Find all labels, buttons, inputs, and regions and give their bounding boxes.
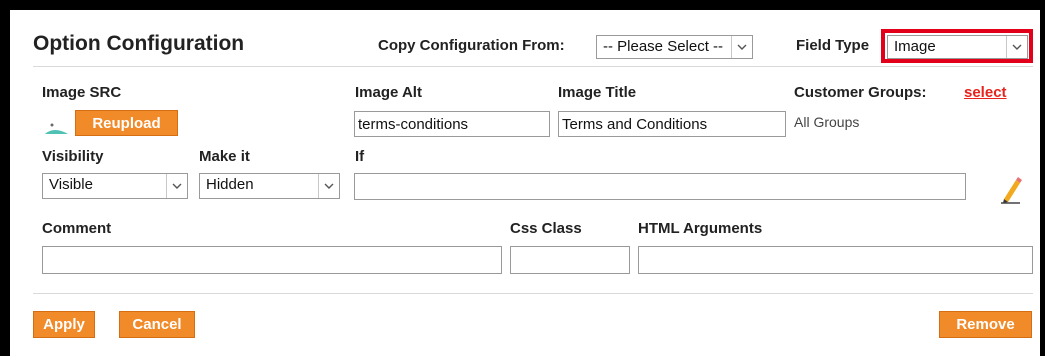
- visibility-label: Visibility: [42, 148, 104, 165]
- visibility-select[interactable]: Visible: [42, 173, 188, 199]
- header-divider: [33, 66, 1033, 67]
- make-it-selected: Hidden: [206, 176, 254, 193]
- chevron-down-icon: [318, 174, 339, 198]
- reupload-button[interactable]: Reupload: [75, 110, 178, 136]
- copy-config-selected: -- Please Select --: [603, 38, 724, 55]
- comment-label: Comment: [42, 220, 112, 237]
- field-type-selected: Image: [894, 38, 936, 55]
- remove-button[interactable]: Remove: [939, 311, 1032, 338]
- page-title: Option Configuration: [33, 32, 245, 55]
- customer-groups-value: All Groups: [794, 114, 860, 130]
- image-title-label: Image Title: [558, 84, 637, 101]
- image-src-label: Image SRC: [42, 84, 122, 101]
- customer-groups-select-link[interactable]: select: [964, 84, 1007, 101]
- html-arguments-label: HTML Arguments: [638, 220, 763, 237]
- image-thumbnail: [42, 114, 70, 136]
- html-arguments-input[interactable]: [638, 246, 1033, 274]
- copy-config-label: Copy Configuration From:: [378, 37, 565, 54]
- comment-input[interactable]: [42, 246, 502, 274]
- chevron-down-icon: [166, 174, 187, 198]
- visibility-selected: Visible: [49, 176, 93, 193]
- image-alt-input[interactable]: terms-conditions: [354, 111, 550, 137]
- image-title-input[interactable]: Terms and Conditions: [558, 111, 786, 137]
- css-class-input[interactable]: [510, 246, 630, 274]
- footer-divider: [33, 293, 1033, 294]
- apply-button[interactable]: Apply: [33, 311, 95, 338]
- chevron-down-icon: [1006, 36, 1027, 58]
- cancel-button[interactable]: Cancel: [119, 311, 195, 338]
- image-alt-value: terms-conditions: [358, 116, 469, 133]
- make-it-select[interactable]: Hidden: [199, 173, 340, 199]
- customer-groups-label: Customer Groups:: [794, 84, 927, 101]
- field-type-label: Field Type: [796, 37, 870, 54]
- image-title-value: Terms and Conditions: [562, 116, 708, 133]
- if-condition-input[interactable]: [354, 173, 966, 200]
- copy-config-select[interactable]: -- Please Select --: [596, 35, 753, 59]
- field-type-select[interactable]: Image: [887, 35, 1028, 59]
- css-class-label: Css Class: [510, 220, 582, 237]
- if-label: If: [355, 148, 365, 165]
- pencil-edit-icon[interactable]: [998, 174, 1024, 204]
- image-alt-label: Image Alt: [355, 84, 422, 101]
- make-it-label: Make it: [199, 148, 250, 165]
- option-configuration-panel: Option Configuration Copy Configuration …: [10, 10, 1040, 356]
- chevron-down-icon: [731, 36, 752, 58]
